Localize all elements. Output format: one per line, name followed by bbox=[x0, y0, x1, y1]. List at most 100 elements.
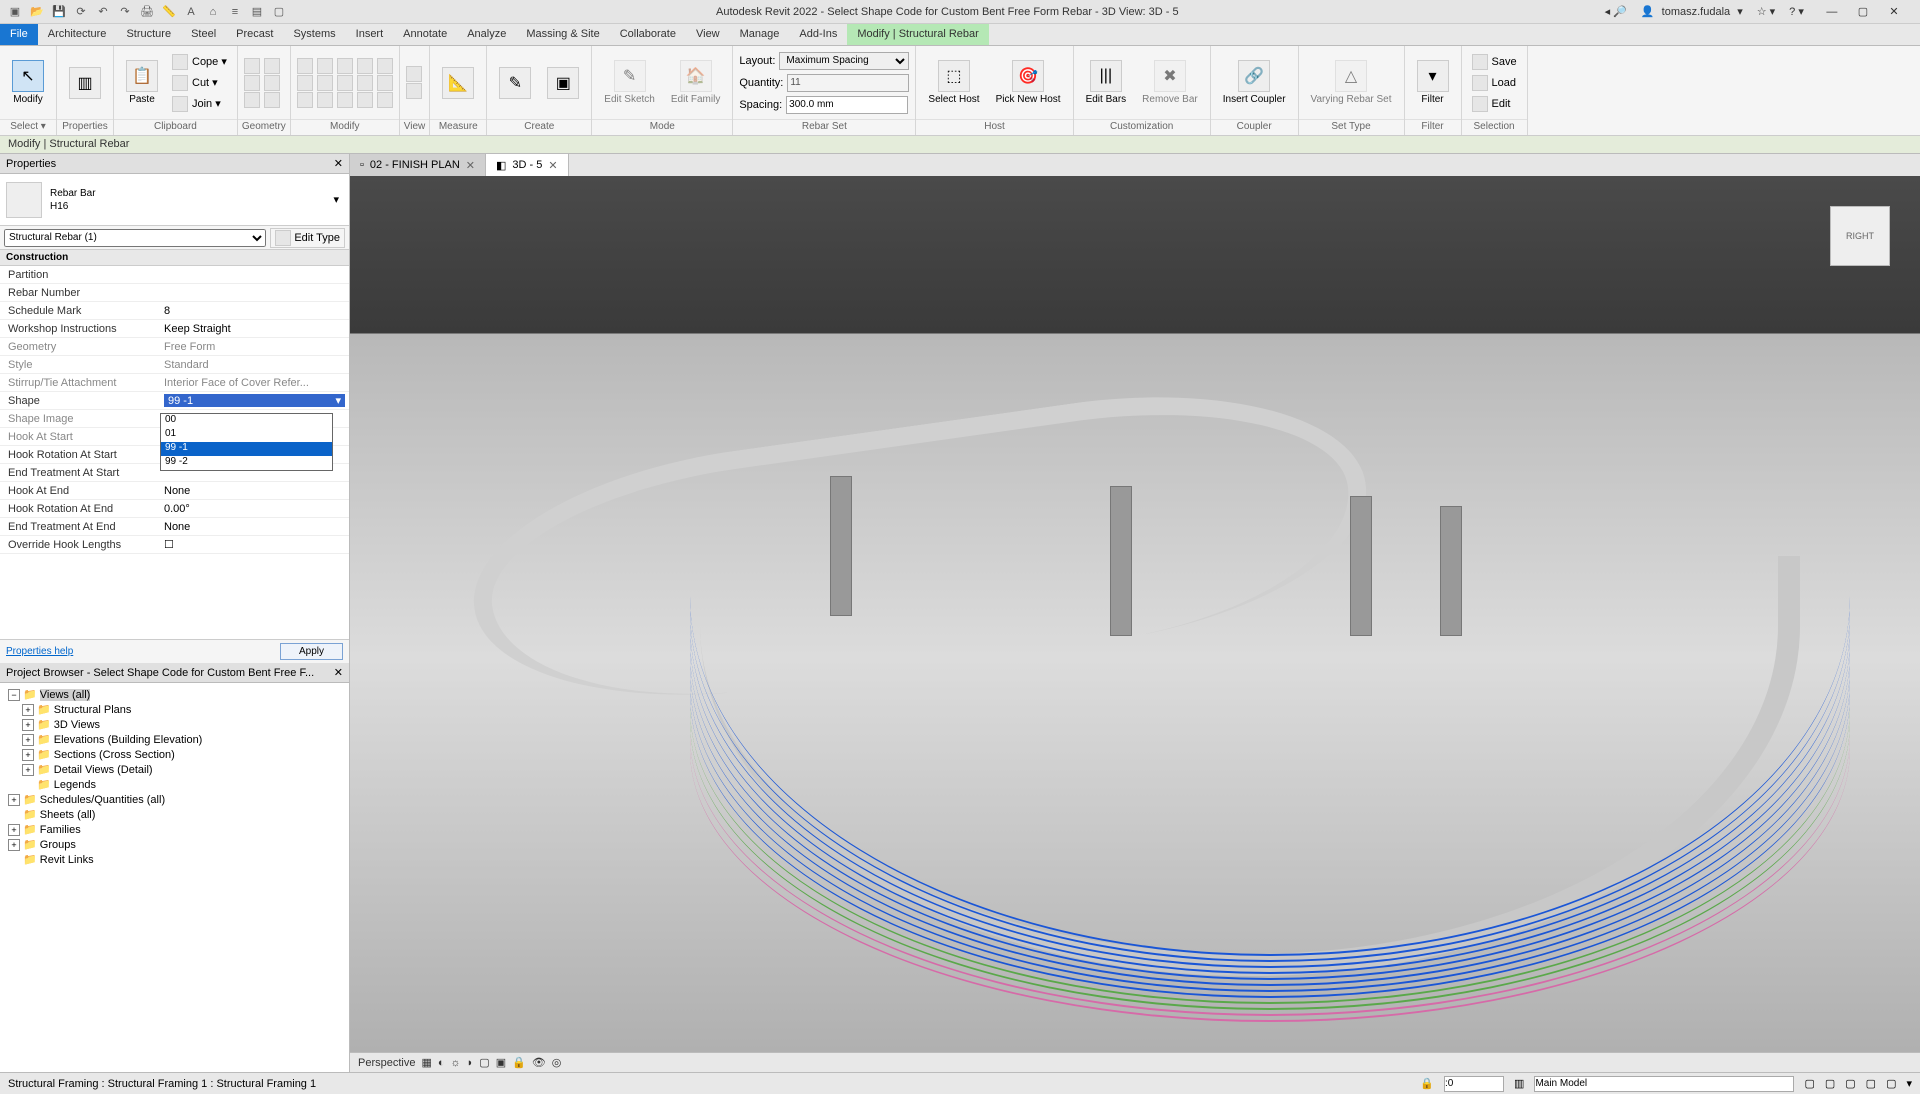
shadows-icon[interactable]: ◗ bbox=[467, 1057, 474, 1069]
geom-icon-3[interactable] bbox=[244, 92, 260, 108]
tree-node[interactable]: 📁 Legends bbox=[4, 777, 345, 792]
reveal-hidden-icon[interactable]: ◎ bbox=[552, 1056, 562, 1069]
properties-close-button[interactable]: ✕ bbox=[334, 157, 343, 170]
tree-node[interactable]: 📁 Sheets (all) bbox=[4, 807, 345, 822]
shape-option[interactable]: 99 -2 bbox=[161, 456, 332, 470]
select-host-button[interactable]: ⬚Select Host bbox=[922, 58, 985, 107]
tree-node[interactable]: +📁 Families bbox=[4, 822, 345, 837]
select-links-icon[interactable]: ▢ bbox=[1804, 1077, 1814, 1090]
instance-filter-select[interactable]: Structural Rebar (1) bbox=[4, 229, 266, 247]
mod-icon-c[interactable] bbox=[377, 92, 393, 108]
model-groups-icon[interactable]: ▥ bbox=[1514, 1077, 1524, 1090]
save-selection-button[interactable]: Save bbox=[1468, 52, 1521, 72]
close-button[interactable]: ✕ bbox=[1880, 3, 1908, 20]
property-value[interactable]: None bbox=[160, 485, 349, 497]
create-button[interactable]: ✎ bbox=[493, 65, 537, 101]
shape-option[interactable]: 01 bbox=[161, 428, 332, 442]
sync-icon[interactable]: ⟳ bbox=[72, 3, 90, 21]
favorites-icon[interactable]: ☆ ▾ bbox=[1753, 3, 1779, 20]
cope-button[interactable]: Cope ▾ bbox=[168, 52, 231, 72]
home-icon[interactable]: ⌂ bbox=[204, 3, 222, 21]
property-value[interactable]: Standard bbox=[160, 359, 349, 371]
crop-region-icon[interactable]: ▣ bbox=[496, 1056, 506, 1069]
property-row[interactable]: Override Hook Lengths☐ bbox=[0, 536, 349, 554]
drag-elements-icon[interactable]: ▢ bbox=[1886, 1077, 1896, 1090]
crop-view-icon[interactable]: ▢ bbox=[479, 1056, 489, 1069]
filter-selection-icon[interactable]: ▾ bbox=[1906, 1077, 1912, 1090]
tab-file[interactable]: File bbox=[0, 24, 38, 45]
save-icon[interactable]: 💾 bbox=[50, 3, 68, 21]
mod-icon-b[interactable] bbox=[377, 75, 393, 91]
array-icon[interactable] bbox=[337, 92, 353, 108]
property-value[interactable]: ☐ bbox=[160, 538, 349, 551]
tab-addins[interactable]: Add-Ins bbox=[789, 24, 847, 45]
select-pinned-icon[interactable]: ▢ bbox=[1845, 1077, 1855, 1090]
property-row[interactable]: Workshop InstructionsKeep Straight bbox=[0, 320, 349, 338]
navigation-cube[interactable]: RIGHT bbox=[1830, 206, 1890, 266]
tab-structure[interactable]: Structure bbox=[116, 24, 181, 45]
scale-label[interactable]: Perspective bbox=[358, 1057, 415, 1069]
detail-level-icon[interactable]: ▦ bbox=[421, 1056, 431, 1069]
revit-icon[interactable]: ▣ bbox=[6, 3, 24, 21]
edit-sketch-button[interactable]: ✎Edit Sketch bbox=[598, 58, 661, 107]
tab-view[interactable]: View bbox=[686, 24, 730, 45]
apply-button[interactable]: Apply bbox=[280, 643, 343, 660]
open-icon[interactable]: 📂 bbox=[28, 3, 46, 21]
properties-button[interactable]: ▥ bbox=[63, 65, 107, 101]
workset-input[interactable] bbox=[1534, 1076, 1794, 1092]
tree-node[interactable]: +📁 Sections (Cross Section) bbox=[4, 747, 345, 762]
property-row[interactable]: Shape99 -1▾ bbox=[0, 392, 349, 410]
properties-help-link[interactable]: Properties help bbox=[6, 646, 73, 657]
filter-button[interactable]: ▾Filter bbox=[1411, 58, 1455, 107]
varying-set-button[interactable]: △Varying Rebar Set bbox=[1305, 58, 1398, 107]
spacing-input[interactable] bbox=[786, 96, 908, 114]
close-tab-icon[interactable]: ✕ bbox=[548, 159, 557, 172]
property-value[interactable]: 99 -1▾ bbox=[160, 394, 349, 407]
pin-icon[interactable] bbox=[357, 58, 373, 74]
maximize-button[interactable]: ▢ bbox=[1849, 3, 1877, 20]
close-tab-icon[interactable]: ✕ bbox=[466, 159, 475, 172]
property-value[interactable]: Interior Face of Cover Refer... bbox=[160, 377, 349, 389]
property-row[interactable]: End Treatment At EndNone bbox=[0, 518, 349, 536]
view-icon-2[interactable] bbox=[406, 83, 422, 99]
undo-icon[interactable]: ↶ bbox=[94, 3, 112, 21]
minimize-button[interactable]: — bbox=[1818, 4, 1846, 20]
tab-massing[interactable]: Massing & Site bbox=[516, 24, 609, 45]
mod-icon-a[interactable] bbox=[377, 58, 393, 74]
tab-architecture[interactable]: Architecture bbox=[38, 24, 117, 45]
property-row[interactable]: Hook Rotation At End0.00° bbox=[0, 500, 349, 518]
group-construction[interactable]: Construction bbox=[0, 250, 349, 266]
move-icon[interactable] bbox=[297, 58, 313, 74]
align-icon[interactable] bbox=[337, 75, 353, 91]
geom-icon-2[interactable] bbox=[244, 75, 260, 91]
tab-manage[interactable]: Manage bbox=[730, 24, 790, 45]
geom-icon-4[interactable] bbox=[264, 58, 280, 74]
scale-icon[interactable] bbox=[357, 75, 373, 91]
infocenter-icon[interactable]: ◂ 🔎 bbox=[1601, 3, 1631, 20]
create-group-button[interactable]: ▣ bbox=[541, 65, 585, 101]
edit-type-button[interactable]: Edit Type bbox=[270, 228, 345, 248]
edit-bars-button[interactable]: |||Edit Bars bbox=[1080, 58, 1133, 107]
thin-lines-icon[interactable]: ≡ bbox=[226, 3, 244, 21]
view-icon-1[interactable] bbox=[406, 66, 422, 82]
load-selection-button[interactable]: Load bbox=[1468, 73, 1521, 93]
lock-view-icon[interactable]: 🔒 bbox=[512, 1056, 526, 1069]
geom-icon-1[interactable] bbox=[244, 58, 260, 74]
property-value[interactable]: 8 bbox=[160, 305, 349, 317]
view-tab-3d-5[interactable]: ◧3D - 5✕ bbox=[486, 154, 569, 176]
property-row[interactable]: Stirrup/Tie AttachmentInterior Face of C… bbox=[0, 374, 349, 392]
workset-icon[interactable]: 🔒 bbox=[1420, 1077, 1434, 1090]
quantity-input[interactable] bbox=[787, 74, 909, 92]
property-row[interactable]: GeometryFree Form bbox=[0, 338, 349, 356]
3d-viewport[interactable]: RIGHT bbox=[350, 176, 1920, 1052]
user-icon[interactable]: 👤 tomasz.fudala ▾ bbox=[1637, 3, 1747, 20]
rotate-icon[interactable] bbox=[297, 92, 313, 108]
view-tab-finish-plan[interactable]: ▫02 - FINISH PLAN✕ bbox=[350, 154, 486, 176]
split-icon[interactable] bbox=[317, 92, 333, 108]
trim-icon[interactable] bbox=[317, 75, 333, 91]
scale-input[interactable] bbox=[1444, 1076, 1504, 1092]
property-value[interactable]: Keep Straight bbox=[160, 323, 349, 335]
sun-path-icon[interactable]: ☼ bbox=[451, 1057, 461, 1069]
geom-icon-6[interactable] bbox=[264, 92, 280, 108]
tab-insert[interactable]: Insert bbox=[346, 24, 394, 45]
